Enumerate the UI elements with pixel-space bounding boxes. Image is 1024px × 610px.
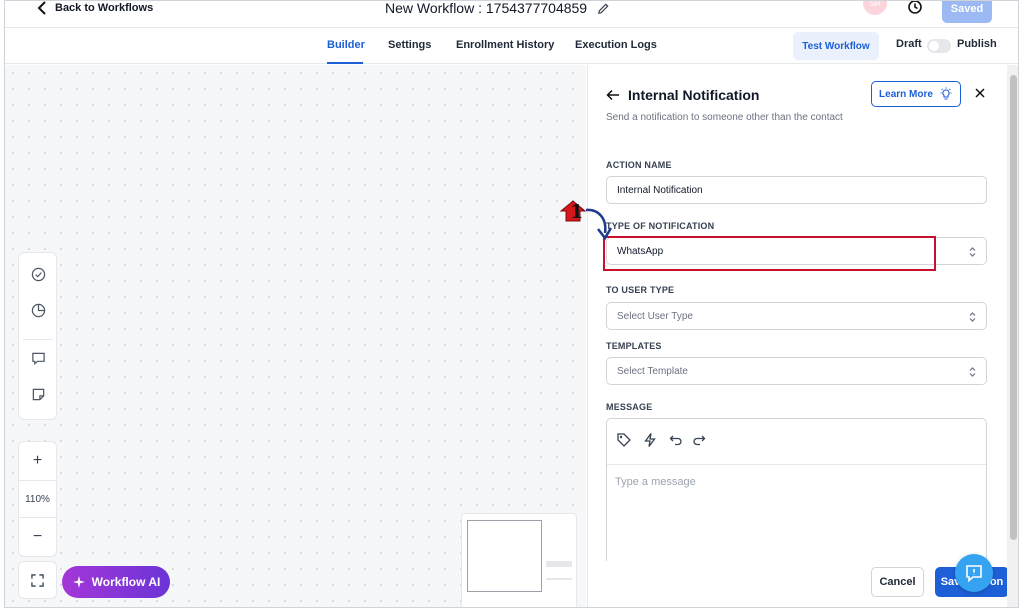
action-panel: Internal Notification Send a notificatio… (587, 65, 1009, 607)
chat-bubble-icon (966, 565, 982, 583)
action-name-value: Internal Notification (617, 184, 703, 196)
canvas-tools (18, 252, 57, 420)
pencil-icon[interactable] (597, 2, 610, 15)
arrow-left-icon[interactable] (606, 88, 620, 102)
workflow-ai-button[interactable]: Workflow AI (62, 566, 170, 598)
panel-scrollbar[interactable] (1007, 65, 1018, 607)
to-user-type-placeholder: Select User Type (617, 310, 693, 322)
close-icon[interactable] (974, 87, 986, 99)
chevron-left-icon (37, 1, 46, 15)
templates-placeholder: Select Template (617, 365, 688, 377)
scrollbar-thumb[interactable] (1010, 75, 1017, 540)
sparkle-icon (72, 576, 85, 588)
tab-bar: Builder Settings Enrollment History Exec… (5, 29, 1018, 64)
workflow-title: New Workflow : 1754377704859 (385, 0, 610, 16)
tab-execution-logs[interactable]: Execution Logs (575, 29, 657, 64)
tag-icon[interactable] (616, 432, 632, 448)
chevron-up-down-icon (969, 367, 976, 377)
zoom-controls: + 110% − (18, 441, 57, 557)
tab-settings[interactable]: Settings (388, 29, 431, 64)
minimap-viewport[interactable] (467, 520, 542, 592)
workflow-builder-window: Back to Workflows New Workflow : 1754377… (4, 0, 1019, 608)
zoom-in-button[interactable]: + (19, 442, 56, 480)
to-user-type-select[interactable]: Select User Type (606, 302, 987, 330)
chevron-up-down-icon (969, 312, 976, 322)
top-bar: Back to Workflows New Workflow : 1754377… (5, 1, 1018, 28)
chat-widget-button[interactable] (955, 554, 993, 592)
workflow-canvas[interactable]: + 110% − Workflow AI (5, 65, 586, 607)
minimap[interactable] (461, 513, 577, 607)
message-textarea[interactable]: Type a message (615, 476, 696, 488)
zoom-out-button[interactable]: − (19, 518, 56, 556)
panel-title: Internal Notification (628, 87, 760, 103)
chevron-up-down-icon (969, 247, 976, 257)
panel-subtitle: Send a notification to someone other tha… (606, 112, 843, 123)
lightning-icon[interactable] (642, 432, 658, 448)
templates-label: TEMPLATES (606, 341, 662, 351)
sticky-note-icon[interactable] (29, 385, 47, 403)
pie-chart-icon[interactable] (29, 301, 47, 319)
lightbulb-icon (940, 87, 952, 100)
publish-toggle[interactable] (927, 39, 951, 53)
message-label: MESSAGE (606, 402, 653, 412)
learn-more-label: Learn More (879, 88, 933, 100)
expand-icon (31, 573, 44, 587)
avatar-initials: SR (869, 0, 881, 8)
templates-select[interactable]: Select Template (606, 357, 987, 385)
draft-label: Draft (896, 38, 922, 50)
learn-more-button[interactable]: Learn More (871, 81, 961, 107)
workflow-ai-label: Workflow AI (91, 575, 161, 589)
panel-footer: Cancel Save Action (588, 561, 1009, 607)
back-label: Back to Workflows (55, 2, 154, 14)
tab-builder[interactable]: Builder (327, 29, 365, 64)
action-name-field[interactable]: Internal Notification (606, 176, 987, 204)
highlight-box (603, 236, 936, 271)
redo-icon[interactable] (691, 432, 707, 448)
undo-icon[interactable] (668, 432, 684, 448)
action-name-label: ACTION NAME (606, 160, 672, 170)
type-of-notification-label: TYPE OF NOTIFICATION (606, 221, 715, 231)
zoom-level: 110% (19, 480, 56, 518)
comment-icon[interactable] (29, 349, 47, 367)
saved-button[interactable]: Saved (942, 1, 992, 23)
curved-arrow-icon (585, 208, 613, 241)
test-workflow-button[interactable]: Test Workflow (793, 32, 879, 60)
minimap-node (546, 561, 572, 567)
publish-label: Publish (957, 38, 997, 50)
workflow-title-text: New Workflow : 1754377704859 (385, 0, 588, 16)
step-number: 1 (570, 201, 584, 223)
fit-view-button[interactable] (18, 561, 57, 599)
to-user-type-label: TO USER TYPE (606, 285, 675, 295)
tab-enrollment-history[interactable]: Enrollment History (456, 29, 554, 64)
cancel-button[interactable]: Cancel (871, 567, 924, 597)
history-icon[interactable] (907, 0, 923, 15)
editor-toolbar (607, 419, 986, 465)
tools-divider (23, 339, 53, 340)
back-to-workflows-link[interactable]: Back to Workflows (37, 1, 153, 15)
minimap-node (546, 578, 572, 580)
check-circle-icon[interactable] (29, 265, 47, 283)
avatar[interactable]: SR (863, 0, 887, 15)
